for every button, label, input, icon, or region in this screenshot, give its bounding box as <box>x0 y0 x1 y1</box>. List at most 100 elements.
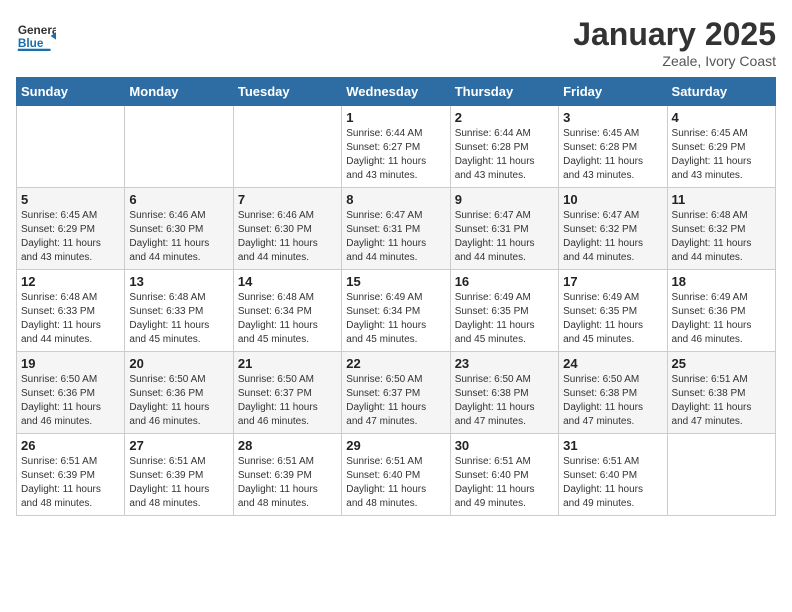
week-row: 12 Sunrise: 6:48 AM Sunset: 6:33 PM Dayli… <box>17 270 776 352</box>
weekday-header: SundayMondayTuesdayWednesdayThursdayFrid… <box>17 78 776 106</box>
day-info: Sunrise: 6:50 AM Sunset: 6:38 PM Dayligh… <box>455 373 554 429</box>
day-number: 6 <box>129 192 228 207</box>
day-number: 20 <box>129 356 228 371</box>
day-cell: 25 Sunrise: 6:51 AM Sunset: 6:38 PM Dayli… <box>667 352 775 434</box>
day-cell: 21 Sunrise: 6:50 AM Sunset: 6:37 PM Dayli… <box>233 352 341 434</box>
day-cell: 13Sunrise: 6:48 AM Sunset: 6:33 PM Dayli… <box>125 270 233 352</box>
day-info: Sunrise: 6:45 AM Sunset: 6:29 PM Dayligh… <box>21 209 120 265</box>
day-info: Sunrise: 6:50 AM Sunset: 6:37 PM Dayligh… <box>238 373 337 429</box>
day-info: Sunrise: 6:47 AM Sunset: 6:31 PM Dayligh… <box>455 209 554 265</box>
day-info: Sunrise: 6:49 AM Sunset: 6:35 PM Dayligh… <box>455 291 554 347</box>
day-number: 17 <box>563 274 662 289</box>
day-cell <box>233 106 341 188</box>
week-row: 19 Sunrise: 6:50 AM Sunset: 6:36 PM Dayli… <box>17 352 776 434</box>
day-number: 3 <box>563 110 662 125</box>
day-cell: 15Sunrise: 6:49 AM Sunset: 6:34 PM Dayli… <box>342 270 450 352</box>
day-info: Sunrise: 6:51 AM Sunset: 6:40 PM Dayligh… <box>563 455 662 511</box>
day-info: Sunrise: 6:45 AM Sunset: 6:28 PM Dayligh… <box>563 127 662 183</box>
day-cell <box>125 106 233 188</box>
day-number: 23 <box>455 356 554 371</box>
day-info: Sunrise: 6:48 AM Sunset: 6:33 PM Dayligh… <box>129 291 228 347</box>
day-number: 18 <box>672 274 771 289</box>
day-cell: 10 Sunrise: 6:47 AM Sunset: 6:32 PM Dayli… <box>559 188 667 270</box>
day-info: Sunrise: 6:50 AM Sunset: 6:38 PM Dayligh… <box>563 373 662 429</box>
day-cell: 3 Sunrise: 6:45 AM Sunset: 6:28 PM Daylig… <box>559 106 667 188</box>
day-number: 29 <box>346 438 445 453</box>
day-number: 8 <box>346 192 445 207</box>
day-number: 10 <box>563 192 662 207</box>
day-cell: 20 Sunrise: 6:50 AM Sunset: 6:36 PM Dayli… <box>125 352 233 434</box>
day-info: Sunrise: 6:47 AM Sunset: 6:32 PM Dayligh… <box>563 209 662 265</box>
day-info: Sunrise: 6:51 AM Sunset: 6:38 PM Dayligh… <box>672 373 771 429</box>
day-info: Sunrise: 6:48 AM Sunset: 6:33 PM Dayligh… <box>21 291 120 347</box>
day-cell: 4 Sunrise: 6:45 AM Sunset: 6:29 PM Daylig… <box>667 106 775 188</box>
day-cell: 1 Sunrise: 6:44 AM Sunset: 6:27 PM Daylig… <box>342 106 450 188</box>
day-number: 25 <box>672 356 771 371</box>
calendar-body: 1 Sunrise: 6:44 AM Sunset: 6:27 PM Daylig… <box>17 106 776 516</box>
day-number: 12 <box>21 274 120 289</box>
day-cell <box>17 106 125 188</box>
day-number: 28 <box>238 438 337 453</box>
day-cell: 6 Sunrise: 6:46 AM Sunset: 6:30 PM Daylig… <box>125 188 233 270</box>
week-row: 1 Sunrise: 6:44 AM Sunset: 6:27 PM Daylig… <box>17 106 776 188</box>
day-cell: 12 Sunrise: 6:48 AM Sunset: 6:33 PM Dayli… <box>17 270 125 352</box>
month-title: January 2025 <box>573 16 776 53</box>
svg-text:Blue: Blue <box>18 36 44 50</box>
weekday-cell: Thursday <box>450 78 558 106</box>
day-number: 21 <box>238 356 337 371</box>
day-number: 11 <box>672 192 771 207</box>
day-cell: 11 Sunrise: 6:48 AM Sunset: 6:32 PM Dayli… <box>667 188 775 270</box>
day-number: 30 <box>455 438 554 453</box>
day-number: 16 <box>455 274 554 289</box>
day-info: Sunrise: 6:44 AM Sunset: 6:27 PM Dayligh… <box>346 127 445 183</box>
header: General Blue January 2025 Zeale, Ivory C… <box>16 16 776 69</box>
day-number: 4 <box>672 110 771 125</box>
day-number: 26 <box>21 438 120 453</box>
day-info: Sunrise: 6:50 AM Sunset: 6:37 PM Dayligh… <box>346 373 445 429</box>
day-cell: 18 Sunrise: 6:49 AM Sunset: 6:36 PM Dayli… <box>667 270 775 352</box>
day-info: Sunrise: 6:51 AM Sunset: 6:39 PM Dayligh… <box>21 455 120 511</box>
day-info: Sunrise: 6:46 AM Sunset: 6:30 PM Dayligh… <box>238 209 337 265</box>
day-cell: 2 Sunrise: 6:44 AM Sunset: 6:28 PM Daylig… <box>450 106 558 188</box>
day-cell: 14 Sunrise: 6:48 AM Sunset: 6:34 PM Dayli… <box>233 270 341 352</box>
day-cell <box>667 434 775 516</box>
day-cell: 29 Sunrise: 6:51 AM Sunset: 6:40 PM Dayli… <box>342 434 450 516</box>
day-info: Sunrise: 6:48 AM Sunset: 6:34 PM Dayligh… <box>238 291 337 347</box>
weekday-cell: Monday <box>125 78 233 106</box>
day-info: Sunrise: 6:51 AM Sunset: 6:39 PM Dayligh… <box>238 455 337 511</box>
weekday-cell: Saturday <box>667 78 775 106</box>
day-cell: 9 Sunrise: 6:47 AM Sunset: 6:31 PM Daylig… <box>450 188 558 270</box>
day-number: 19 <box>21 356 120 371</box>
day-number: 9 <box>455 192 554 207</box>
day-info: Sunrise: 6:49 AM Sunset: 6:36 PM Dayligh… <box>672 291 771 347</box>
day-cell: 8Sunrise: 6:47 AM Sunset: 6:31 PM Daylig… <box>342 188 450 270</box>
weekday-cell: Friday <box>559 78 667 106</box>
week-row: 26 Sunrise: 6:51 AM Sunset: 6:39 PM Dayli… <box>17 434 776 516</box>
day-number: 22 <box>346 356 445 371</box>
day-number: 1 <box>346 110 445 125</box>
day-cell: 30 Sunrise: 6:51 AM Sunset: 6:40 PM Dayli… <box>450 434 558 516</box>
day-cell: 27 Sunrise: 6:51 AM Sunset: 6:39 PM Dayli… <box>125 434 233 516</box>
day-info: Sunrise: 6:51 AM Sunset: 6:40 PM Dayligh… <box>455 455 554 511</box>
day-info: Sunrise: 6:50 AM Sunset: 6:36 PM Dayligh… <box>129 373 228 429</box>
day-cell: 17 Sunrise: 6:49 AM Sunset: 6:35 PM Dayli… <box>559 270 667 352</box>
day-number: 14 <box>238 274 337 289</box>
day-info: Sunrise: 6:49 AM Sunset: 6:34 PM Dayligh… <box>346 291 445 347</box>
day-info: Sunrise: 6:48 AM Sunset: 6:32 PM Dayligh… <box>672 209 771 265</box>
location: Zeale, Ivory Coast <box>573 53 776 69</box>
day-cell: 7 Sunrise: 6:46 AM Sunset: 6:30 PM Daylig… <box>233 188 341 270</box>
day-number: 27 <box>129 438 228 453</box>
weekday-cell: Wednesday <box>342 78 450 106</box>
day-info: Sunrise: 6:51 AM Sunset: 6:40 PM Dayligh… <box>346 455 445 511</box>
day-info: Sunrise: 6:44 AM Sunset: 6:28 PM Dayligh… <box>455 127 554 183</box>
day-cell: 16 Sunrise: 6:49 AM Sunset: 6:35 PM Dayli… <box>450 270 558 352</box>
logo-icon: General Blue <box>16 16 56 61</box>
day-number: 24 <box>563 356 662 371</box>
day-info: Sunrise: 6:45 AM Sunset: 6:29 PM Dayligh… <box>672 127 771 183</box>
day-info: Sunrise: 6:46 AM Sunset: 6:30 PM Dayligh… <box>129 209 228 265</box>
day-number: 7 <box>238 192 337 207</box>
day-info: Sunrise: 6:49 AM Sunset: 6:35 PM Dayligh… <box>563 291 662 347</box>
day-cell: 31Sunrise: 6:51 AM Sunset: 6:40 PM Dayli… <box>559 434 667 516</box>
day-number: 2 <box>455 110 554 125</box>
day-info: Sunrise: 6:51 AM Sunset: 6:39 PM Dayligh… <box>129 455 228 511</box>
